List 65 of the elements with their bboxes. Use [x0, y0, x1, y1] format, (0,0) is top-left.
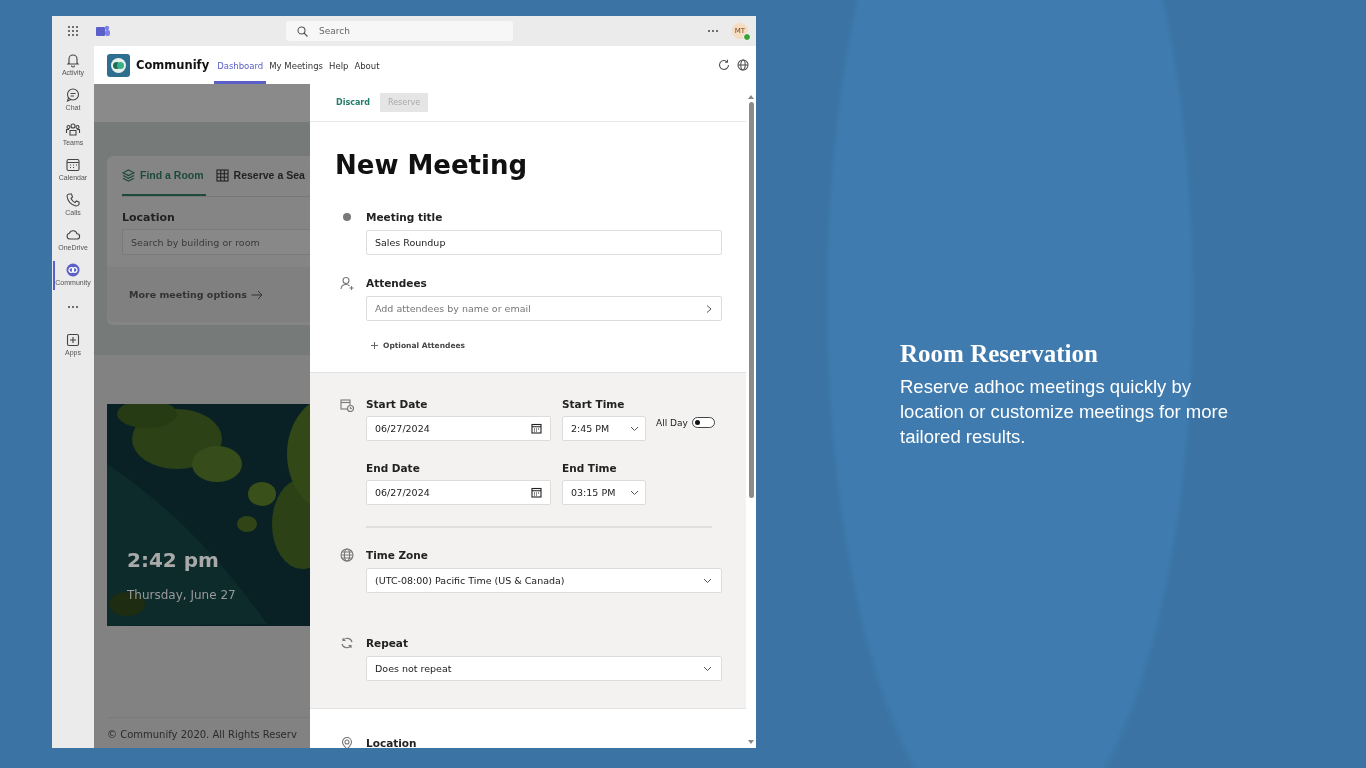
date-field[interactable]: 06/27/2024 [366, 480, 551, 505]
nav-tab[interactable]: My Meetings [266, 49, 326, 84]
repeat-icon [340, 636, 354, 650]
communify-logo-icon [107, 53, 130, 77]
more-icon[interactable] [67, 305, 79, 309]
dropdown[interactable]: (UTC-08:00) Pacific Time (US & Canada) [366, 568, 722, 593]
search-field[interactable]: Search [286, 21, 513, 41]
chevron-right-icon [705, 303, 713, 314]
two-circles-icon [65, 262, 81, 278]
field-label: End Date [366, 462, 421, 474]
slide-heading: Room Reservation [900, 340, 1099, 368]
globe-icon [340, 548, 354, 562]
nav-tab[interactable]: Help [326, 49, 352, 84]
clock-date: Thursday, June 27 [127, 588, 236, 602]
field-label: Start Time [562, 398, 626, 410]
layers-icon [122, 168, 135, 182]
field-label: Attendees [366, 277, 427, 289]
field-label: Location [366, 737, 417, 748]
app-name: Communify [136, 58, 210, 72]
refresh-icon[interactable] [718, 59, 730, 71]
app-grid-icon[interactable] [67, 25, 79, 37]
clock-time: 2:42 pm [127, 548, 219, 572]
presence-icon [743, 33, 751, 41]
scroll-thumb[interactable] [748, 102, 754, 498]
dot-icon [340, 210, 354, 224]
field-label: Repeat [366, 637, 408, 649]
grid-icon [215, 168, 229, 182]
cloud-icon [65, 227, 81, 243]
tab[interactable]: Reserve a Sea [215, 156, 307, 196]
time-dropdown[interactable]: 03:15 PM [562, 480, 646, 505]
calendar-icon [65, 157, 81, 173]
slide-description: Reserve adhoc meetings quickly by location or customize meetings for more tailored results. [900, 375, 1229, 449]
phone-icon [65, 192, 81, 208]
more-icon[interactable] [707, 29, 719, 33]
panel-title: New Meeting [335, 149, 529, 182]
search-field[interactable]: Search [317, 25, 501, 37]
calendar-icon [531, 423, 542, 434]
dropdown[interactable]: Does not repeat [366, 656, 722, 681]
toggle-label: All Day [656, 417, 688, 428]
calendar-icon [531, 487, 542, 498]
search-icon [297, 25, 308, 37]
field-label: Location [122, 211, 176, 224]
person-add-icon [340, 276, 354, 290]
pin-icon [340, 736, 354, 748]
time-dropdown[interactable]: 2:45 PM [562, 416, 646, 441]
toggle-switch[interactable] [691, 417, 715, 428]
field-label: End Time [562, 462, 618, 474]
bell-icon [65, 52, 81, 68]
discard-button[interactable]: Discard [334, 93, 372, 112]
field-label: Start Date [366, 398, 429, 410]
text-field[interactable]: Sales Roundup [366, 230, 722, 255]
input-field[interactable]: Add attendees by name or email [366, 296, 722, 321]
copyright-text: © Communify 2020. All Rights Reserv [107, 729, 297, 740]
arrow-right-icon [250, 289, 263, 300]
nav-tab[interactable]: About [351, 49, 383, 84]
chat-icon [65, 87, 81, 103]
calendar-clock-icon [340, 398, 354, 412]
date-field[interactable]: 06/27/2024 [366, 416, 551, 441]
globe-icon[interactable] [737, 59, 749, 71]
field-label: Meeting title [366, 211, 443, 223]
plus-icon [370, 341, 379, 350]
field-label: Time Zone [366, 549, 428, 561]
search-field[interactable]: Search by building or room [122, 229, 310, 255]
people-icon [65, 122, 81, 138]
plus-icon [65, 332, 81, 348]
